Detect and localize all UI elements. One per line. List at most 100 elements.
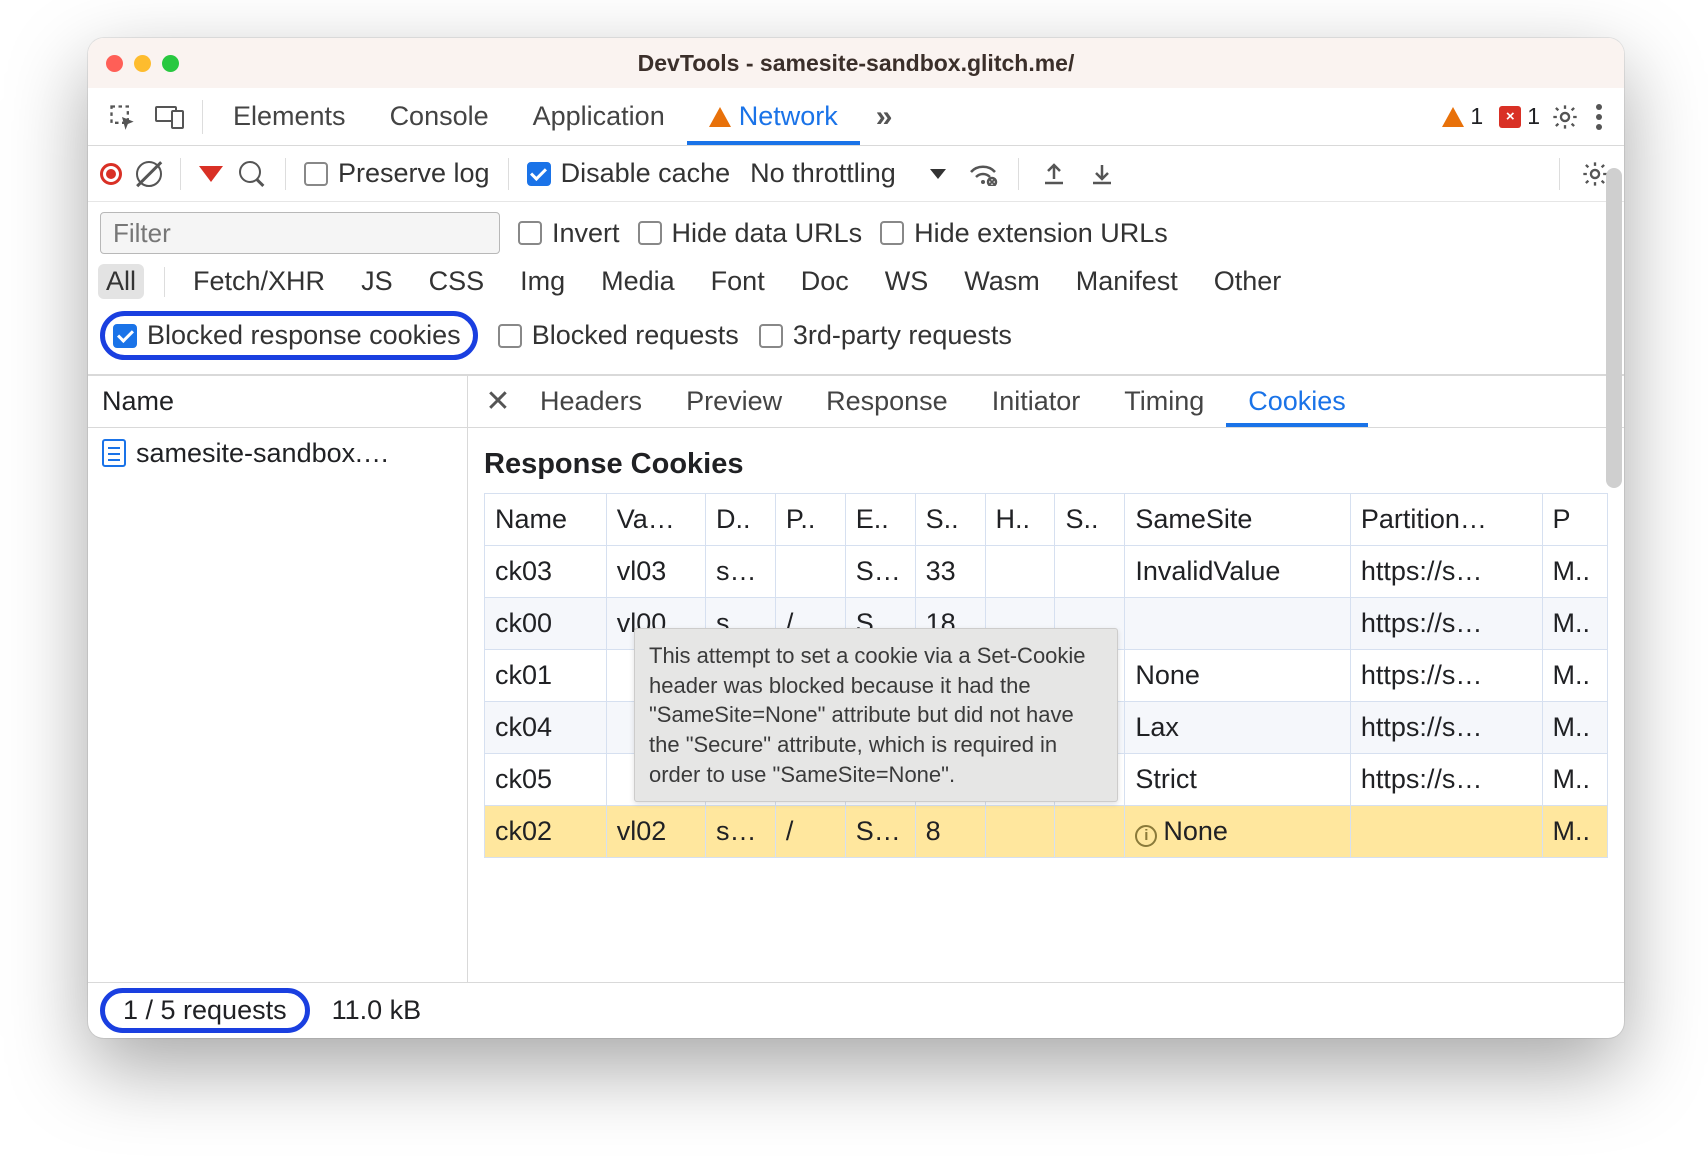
detail-tab-response[interactable]: Response <box>804 376 970 427</box>
detail-tabs: ✕ Headers Preview Response Initiator Tim… <box>468 376 1624 428</box>
tab-network[interactable]: Network <box>687 88 860 145</box>
minimize-window-icon[interactable] <box>134 55 151 72</box>
info-icon[interactable]: i <box>1135 825 1157 847</box>
search-icon[interactable] <box>237 159 267 189</box>
device-toggle-icon[interactable] <box>146 93 194 141</box>
type-media[interactable]: Media <box>593 264 683 299</box>
table-column-header[interactable]: Partition… <box>1350 494 1542 546</box>
table-cell <box>1350 806 1542 858</box>
zoom-window-icon[interactable] <box>162 55 179 72</box>
type-wasm[interactable]: Wasm <box>956 264 1048 299</box>
type-js[interactable]: JS <box>353 264 401 299</box>
panel-tab-strip: Elements Console Application Network » 1… <box>88 88 1624 146</box>
throttling-select[interactable]: No throttling <box>744 158 952 189</box>
close-window-icon[interactable] <box>106 55 123 72</box>
detail-tab-cookies[interactable]: Cookies <box>1226 376 1368 427</box>
blocked-requests-checkbox[interactable]: Blocked requests <box>498 320 739 351</box>
export-har-icon[interactable] <box>1037 157 1071 191</box>
type-manifest[interactable]: Manifest <box>1068 264 1186 299</box>
table-column-header[interactable]: P <box>1542 494 1608 546</box>
filter-input[interactable]: Filter <box>100 212 500 254</box>
settings-icon[interactable] <box>1548 100 1582 134</box>
table-cell <box>1055 546 1125 598</box>
table-column-header[interactable]: S.. <box>915 494 985 546</box>
record-button[interactable] <box>100 163 122 185</box>
tab-application-label: Application <box>533 101 665 132</box>
overflow-tabs-button[interactable]: » <box>860 100 909 134</box>
table-cell: None <box>1125 650 1351 702</box>
warnings-count: 1 <box>1470 103 1483 130</box>
table-cell <box>775 546 845 598</box>
network-conditions-icon[interactable] <box>966 157 1000 191</box>
divider <box>285 158 286 190</box>
hide-data-urls-checkbox[interactable]: Hide data URLs <box>638 218 863 249</box>
table-cell: ck00 <box>485 598 607 650</box>
table-cell: https://s… <box>1350 650 1542 702</box>
invert-checkbox[interactable]: Invert <box>518 218 620 249</box>
detail-tab-timing[interactable]: Timing <box>1102 376 1226 427</box>
table-row[interactable]: ck03vl03s…S…33InvalidValuehttps://s…M.. <box>485 546 1608 598</box>
column-header-name[interactable]: Name <box>88 376 467 428</box>
request-row[interactable]: samesite-sandbox.… <box>88 428 467 478</box>
divider <box>1559 158 1560 190</box>
detail-tab-headers[interactable]: Headers <box>518 376 664 427</box>
table-column-header[interactable]: D.. <box>705 494 775 546</box>
network-toolbar: Preserve log Disable cache No throttling <box>88 146 1624 202</box>
table-column-header[interactable]: E.. <box>845 494 915 546</box>
filter-row: Filter Invert Hide data URLs Hide extens… <box>88 202 1624 258</box>
table-cell: M.. <box>1542 546 1608 598</box>
divider <box>508 158 509 190</box>
tab-elements[interactable]: Elements <box>211 88 368 145</box>
type-fetch-xhr[interactable]: Fetch/XHR <box>185 264 333 299</box>
throttling-value: No throttling <box>750 158 896 189</box>
table-column-header[interactable]: Va… <box>606 494 705 546</box>
table-column-header[interactable]: H.. <box>985 494 1055 546</box>
warning-icon <box>709 107 731 127</box>
tab-elements-label: Elements <box>233 101 346 132</box>
filter-toggle-icon[interactable] <box>199 166 223 182</box>
checkbox-icon <box>638 221 662 245</box>
hide-extension-urls-checkbox[interactable]: Hide extension URLs <box>880 218 1168 249</box>
preserve-log-checkbox[interactable]: Preserve log <box>304 158 490 189</box>
transfer-size: 11.0 kB <box>332 995 422 1026</box>
tab-console-label: Console <box>390 101 489 132</box>
document-icon <box>102 439 126 467</box>
table-column-header[interactable]: S.. <box>1055 494 1125 546</box>
table-cell: M.. <box>1542 702 1608 754</box>
blocked-response-cookies-checkbox[interactable]: Blocked response cookies <box>113 320 461 351</box>
table-column-header[interactable]: Name <box>485 494 607 546</box>
detail-tab-preview[interactable]: Preview <box>664 376 804 427</box>
preserve-log-label: Preserve log <box>338 158 490 189</box>
close-detail-button[interactable]: ✕ <box>478 382 518 422</box>
table-cell <box>985 806 1055 858</box>
scrollbar[interactable] <box>1606 168 1622 488</box>
table-cell: ck04 <box>485 702 607 754</box>
detail-tab-initiator[interactable]: Initiator <box>970 376 1103 427</box>
table-cell: ck03 <box>485 546 607 598</box>
clear-button[interactable] <box>136 161 162 187</box>
import-har-icon[interactable] <box>1085 157 1119 191</box>
invert-label: Invert <box>552 218 620 249</box>
third-party-requests-checkbox[interactable]: 3rd-party requests <box>759 320 1012 351</box>
inspect-icon[interactable] <box>98 93 146 141</box>
table-cell: s… <box>705 546 775 598</box>
more-menu-icon[interactable] <box>1582 100 1616 134</box>
status-bar: 1 / 5 requests 11.0 kB <box>88 982 1624 1038</box>
table-row[interactable]: ck02vl02s…/S…8iNoneM.. <box>485 806 1608 858</box>
type-ws[interactable]: WS <box>877 264 937 299</box>
type-img[interactable]: Img <box>512 264 573 299</box>
tab-console[interactable]: Console <box>368 88 511 145</box>
type-all[interactable]: All <box>98 264 144 299</box>
type-doc[interactable]: Doc <box>793 264 857 299</box>
table-column-header[interactable]: P.. <box>775 494 845 546</box>
table-cell: M.. <box>1542 806 1608 858</box>
warnings-badge[interactable]: 1 <box>1434 103 1491 130</box>
type-other[interactable]: Other <box>1206 264 1290 299</box>
disable-cache-checkbox[interactable]: Disable cache <box>527 158 731 189</box>
errors-badge[interactable]: × 1 <box>1491 103 1548 130</box>
type-font[interactable]: Font <box>703 264 773 299</box>
type-css[interactable]: CSS <box>421 264 493 299</box>
tab-application[interactable]: Application <box>511 88 687 145</box>
table-cell: / <box>775 806 845 858</box>
table-column-header[interactable]: SameSite <box>1125 494 1351 546</box>
